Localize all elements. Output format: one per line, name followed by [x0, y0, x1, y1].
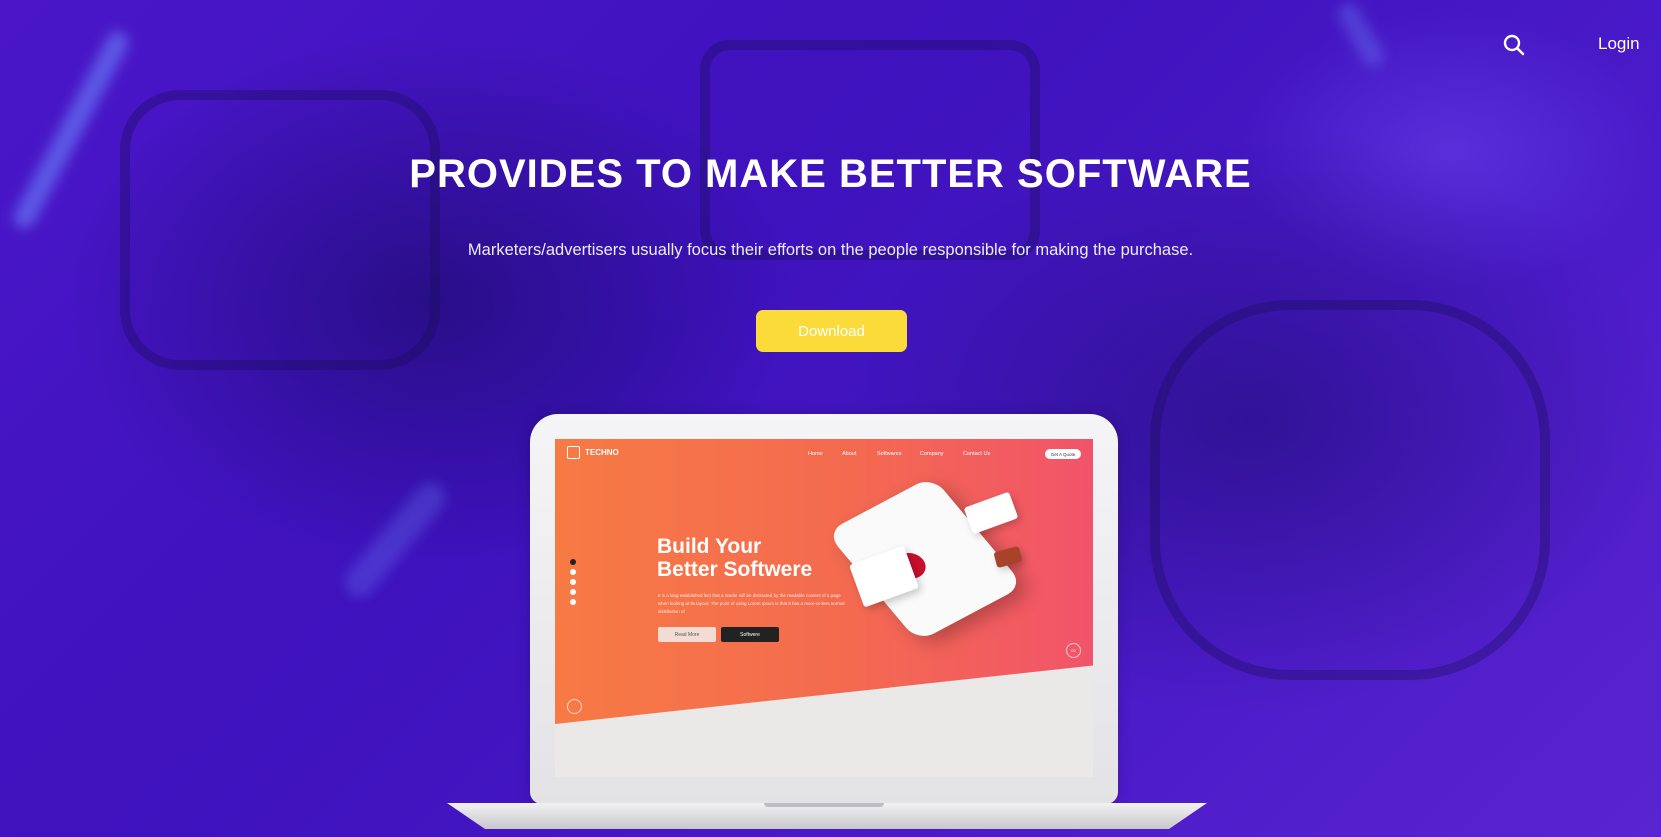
camera-silhouette: [120, 90, 440, 370]
light-streak: [1333, 0, 1389, 71]
laptop-notch: [764, 803, 884, 807]
download-button[interactable]: Download: [756, 310, 907, 352]
login-link[interactable]: Login: [1598, 34, 1640, 54]
page-title: PROVIDES TO MAKE BETTER SOFTWARE: [409, 152, 1252, 196]
mockup-paragraph: It is a long established fact that a rea…: [658, 593, 845, 614]
mockup-nav-about: About: [842, 451, 857, 457]
mockup-nav-softwares: Softwares: [877, 451, 902, 457]
slide-dot: [570, 579, 576, 585]
mockup-nav-company: Company: [920, 451, 944, 457]
camera-silhouette: [700, 40, 1040, 260]
mockup-slide-counter: 02: [1066, 643, 1081, 658]
light-streak: [9, 27, 133, 233]
page-subtitle: Marketers/advertisers usually focus thei…: [467, 241, 1194, 259]
slide-dot: [570, 599, 576, 605]
mockup-circle-icon: [567, 699, 582, 714]
mockup-nav-contact: Contact Us: [963, 451, 991, 457]
mockup-logo-text: TECHNO: [585, 448, 619, 457]
camera-silhouette: [1150, 300, 1550, 680]
mockup-title-line2: Better Softwere: [657, 558, 813, 581]
logo-icon: [567, 446, 580, 459]
search-icon[interactable]: [1503, 34, 1529, 60]
slide-dot: [570, 569, 576, 575]
mockup-quote-button: Get A Quote: [1045, 449, 1081, 459]
mockup-softwere-button: Softwere: [721, 627, 779, 642]
light-streak: [338, 476, 452, 604]
mockup-read-more-button: Read More: [658, 627, 716, 642]
mockup-title-line1: Build Your: [657, 535, 762, 558]
mockup-nav-home: Home: [808, 451, 823, 457]
mockup-title: Build Your Better Softwere: [657, 535, 812, 581]
slide-dot: [570, 589, 576, 595]
laptop-screen-mockup: TECHNO Home About Softwares Company Cont…: [555, 439, 1093, 777]
mockup-logo: TECHNO: [567, 446, 619, 459]
slide-dot: [570, 559, 576, 565]
